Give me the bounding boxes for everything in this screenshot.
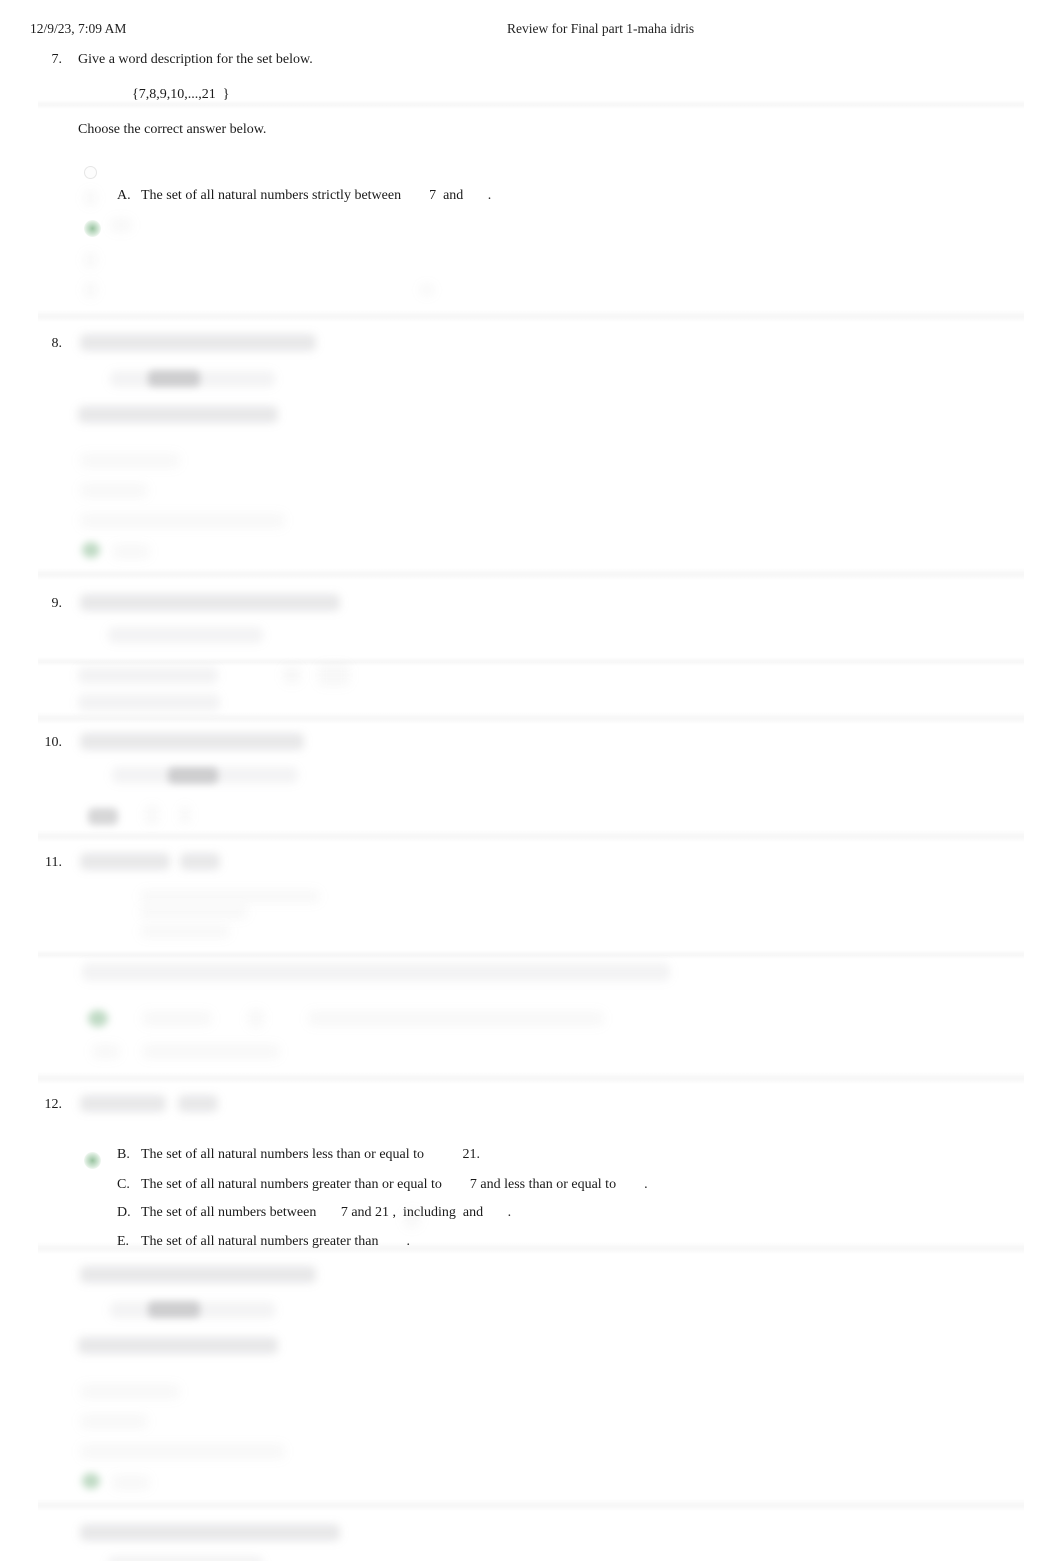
redacted-input-field[interactable] bbox=[283, 666, 301, 684]
redacted-choice[interactable] bbox=[112, 544, 150, 559]
redacted-answer-box[interactable] bbox=[88, 808, 118, 825]
question-8-number: 8. bbox=[51, 336, 63, 351]
section-band bbox=[38, 100, 1024, 109]
question-10-number: 10. bbox=[44, 735, 63, 750]
redacted-text bbox=[110, 218, 132, 232]
redacted-question-11-prompt bbox=[82, 963, 670, 981]
question-7-stem: Give a word description for the set belo… bbox=[78, 52, 313, 67]
redacted-question-9-stem bbox=[80, 594, 340, 611]
redacted-input-field[interactable] bbox=[180, 805, 190, 825]
redacted-question-8-prompt bbox=[78, 406, 278, 423]
section-band bbox=[38, 1242, 1024, 1254]
question-12-choice-b[interactable]: B. The set of all natural numbers less th… bbox=[103, 1122, 480, 1162]
section-band bbox=[38, 830, 1024, 842]
redacted-expression-emphasis bbox=[168, 767, 218, 784]
question-7-number: 7. bbox=[51, 52, 63, 67]
choice-letter: A. bbox=[117, 188, 131, 203]
selected-answer-marker bbox=[82, 542, 100, 558]
redacted-choice[interactable] bbox=[80, 453, 180, 468]
redacted-choice[interactable] bbox=[80, 1384, 180, 1399]
section-band bbox=[38, 1072, 1024, 1084]
redacted-choice[interactable] bbox=[112, 1475, 150, 1490]
redacted-subtext bbox=[140, 890, 320, 903]
question-12-choice-c[interactable]: C. The set of all natural numbers greater… bbox=[103, 1152, 648, 1192]
radio-button-ghost[interactable] bbox=[84, 166, 97, 179]
selected-answer-marker bbox=[88, 1010, 108, 1027]
redacted-input-field[interactable] bbox=[145, 805, 159, 825]
question-12-number: 12. bbox=[44, 1097, 63, 1112]
selected-answer-marker bbox=[84, 220, 101, 237]
redacted-choice[interactable] bbox=[92, 1044, 120, 1059]
redacted-expression-emphasis bbox=[148, 1301, 200, 1318]
question-7-prompt: Choose the correct answer below. bbox=[78, 122, 267, 137]
redacted-input-field[interactable] bbox=[318, 664, 350, 686]
redacted-text bbox=[84, 190, 97, 206]
selected-answer-marker bbox=[82, 1473, 100, 1489]
question-7-choice-a[interactable]: A. The set of all natural numbers strictl… bbox=[103, 163, 491, 203]
section-band bbox=[38, 1499, 1024, 1511]
redacted-prompt bbox=[78, 1337, 278, 1354]
redacted-question-11-stem bbox=[80, 853, 170, 870]
redacted-expression bbox=[108, 627, 263, 643]
redacted-answer-line[interactable] bbox=[78, 667, 218, 684]
redacted-stem bbox=[80, 1524, 340, 1541]
redacted-question-11-stem bbox=[180, 853, 220, 870]
page-header: 12/9/23, 7:09 AM Review for Final part 1… bbox=[0, 20, 1062, 38]
redacted-choice[interactable] bbox=[80, 1444, 285, 1459]
redacted-input-field[interactable] bbox=[404, 1210, 420, 1228]
redacted-input-field[interactable] bbox=[248, 1009, 264, 1028]
section-band bbox=[38, 657, 1024, 666]
redacted-subtext bbox=[140, 906, 248, 919]
header-timestamp: 12/9/23, 7:09 AM bbox=[30, 21, 127, 36]
section-band bbox=[38, 568, 1024, 580]
redacted-choice[interactable] bbox=[142, 1011, 212, 1026]
redacted-choice[interactable] bbox=[80, 483, 148, 498]
header-title: Review for Final part 1-maha idris bbox=[507, 21, 695, 36]
redacted-expression-emphasis bbox=[148, 370, 200, 387]
question-12-choice-e[interactable]: E.The set of all natural numbers greater… bbox=[103, 1209, 410, 1249]
redacted-question-12-stem bbox=[80, 1095, 166, 1112]
section-band bbox=[38, 310, 1024, 322]
choice-text: The set of all natural numbers strictly … bbox=[141, 188, 492, 203]
selected-answer-marker bbox=[84, 1152, 101, 1169]
redacted-stem bbox=[80, 1266, 316, 1283]
redacted-choice[interactable] bbox=[80, 1414, 148, 1429]
redacted-text bbox=[84, 282, 97, 298]
redacted-choice[interactable] bbox=[80, 513, 285, 528]
question-11-number: 11. bbox=[45, 855, 62, 870]
redacted-answer-line[interactable] bbox=[78, 694, 220, 711]
redacted-choice[interactable] bbox=[308, 1011, 604, 1026]
redacted-expression bbox=[108, 1556, 263, 1561]
redacted-subtext bbox=[140, 925, 230, 938]
document-page: 12/9/23, 7:09 AM Review for Final part 1… bbox=[0, 0, 1062, 1561]
redacted-choice[interactable] bbox=[142, 1044, 280, 1059]
redacted-question-12-stem bbox=[178, 1095, 218, 1112]
question-9-number: 9. bbox=[51, 596, 63, 611]
redacted-question-10-stem bbox=[80, 733, 304, 750]
redacted-text bbox=[420, 284, 434, 296]
section-band bbox=[38, 712, 1024, 724]
section-band bbox=[38, 950, 1024, 959]
question-12-choice-d[interactable]: D. The set of all numbers between 7 and 2… bbox=[103, 1180, 511, 1220]
redacted-text bbox=[84, 252, 97, 268]
redacted-question-8-stem bbox=[80, 334, 316, 351]
